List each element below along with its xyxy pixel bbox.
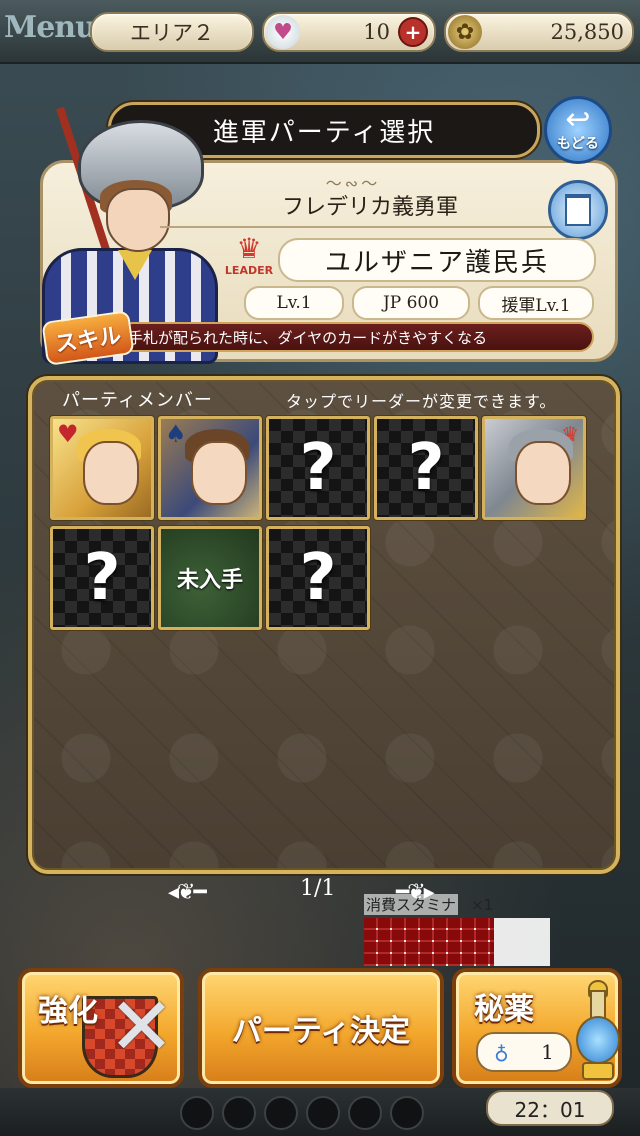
stamina-timer: 22：01 xyxy=(486,1090,614,1126)
stamina-grid xyxy=(364,918,550,966)
skill-description: 手札が配られた時に、ダイヤのカードがきやすくなる xyxy=(118,322,594,352)
enhance-label: 強化 xyxy=(38,994,98,1029)
slot-dot xyxy=(306,1096,340,1130)
hearts-counter: ♥ 10 + xyxy=(262,12,436,52)
potion-label: 秘薬 xyxy=(474,992,534,1027)
back-label: もどる xyxy=(557,136,599,152)
potion-count: ♁ 1 xyxy=(476,1032,572,1072)
coins-counter: ✿ 25,850 xyxy=(444,12,634,52)
unknown-icon: ? xyxy=(299,541,337,615)
spade-suit-icon: ♠ xyxy=(165,420,187,448)
member-slot-5-leader[interactable]: ♛ xyxy=(482,416,586,520)
member-slot-8[interactable]: ? xyxy=(266,526,370,630)
stamina-multiplier: ×1 xyxy=(471,896,494,914)
prev-page-ornament[interactable]: ◂❦━ xyxy=(168,880,207,905)
member-slot-4[interactable]: ? xyxy=(374,416,478,520)
document-icon xyxy=(565,194,591,226)
heart-suit-icon: ♥ xyxy=(57,420,79,448)
party-details-button[interactable] xyxy=(548,180,608,240)
coins-value: 25,850 xyxy=(550,20,624,44)
member-face xyxy=(83,441,139,505)
unknown-icon: ? xyxy=(83,541,121,615)
page-number: 1/1 xyxy=(300,876,336,901)
leader-level: Lv.1 xyxy=(244,286,344,320)
crossed-swords-icon: ✕ xyxy=(108,980,176,1073)
unknown-icon: ? xyxy=(407,431,445,505)
leader-badge: ♛ LEADER xyxy=(222,234,276,284)
slot-dot xyxy=(264,1096,298,1130)
hearts-value: 10 xyxy=(363,20,390,44)
small-potion-icon: ♁ xyxy=(494,1040,509,1064)
leader-badge-label: LEADER xyxy=(224,264,274,277)
add-hearts-button[interactable]: + xyxy=(398,17,428,47)
party-name: フレデリカ義勇軍 xyxy=(160,190,580,228)
slot-dot xyxy=(180,1096,214,1130)
back-arrow-icon: ↩ xyxy=(565,102,591,137)
support-level: 援軍Lv.1 xyxy=(478,286,594,320)
stamina-cost: 消費スタミナ ×1 xyxy=(364,894,552,915)
member-slot-1[interactable]: ♥ xyxy=(50,416,154,520)
unowned-label: 未入手 xyxy=(176,568,243,593)
member-slot-7[interactable]: 未入手 xyxy=(158,526,262,630)
coin-icon: ✿ xyxy=(448,15,482,49)
member-slot-3[interactable]: ? xyxy=(266,416,370,520)
status-bar: Menu エリア２ ♥ 10 + ✿ 25,850 xyxy=(0,0,640,64)
member-face xyxy=(515,441,571,505)
heart-icon: ♥ xyxy=(266,15,300,49)
ornament-divider: ～∾～ xyxy=(325,174,381,193)
enhance-button[interactable]: ✕ 強化 xyxy=(18,968,184,1088)
members-hint: タップでリーダーが変更できます。 xyxy=(286,392,557,411)
area-indicator: エリア２ xyxy=(90,12,254,52)
slot-dot xyxy=(348,1096,382,1130)
back-button[interactable]: ↩ もどる xyxy=(544,96,612,164)
members-heading: パーティメンバー xyxy=(62,390,213,411)
member-slot-2[interactable]: ♠ xyxy=(158,416,262,520)
crown-icon: ♛ xyxy=(236,232,262,265)
potion-button[interactable]: 秘薬 ♁ 1 xyxy=(452,968,622,1088)
stamina-label: 消費スタミナ xyxy=(364,894,459,915)
potion-flask-icon xyxy=(574,980,620,1082)
slot-dot xyxy=(222,1096,256,1130)
leader-name: ユルザニア護民兵 xyxy=(278,238,596,282)
menu-button[interactable]: Menu xyxy=(4,10,97,45)
slot-dot xyxy=(390,1096,424,1130)
member-slot-6[interactable]: ? xyxy=(50,526,154,630)
member-face xyxy=(191,441,247,505)
leader-jp: JP 600 xyxy=(352,286,470,320)
unknown-icon: ? xyxy=(299,431,337,505)
potion-count-value: 1 xyxy=(541,1040,554,1064)
party-confirm-button[interactable]: パーティ決定 xyxy=(198,968,444,1088)
